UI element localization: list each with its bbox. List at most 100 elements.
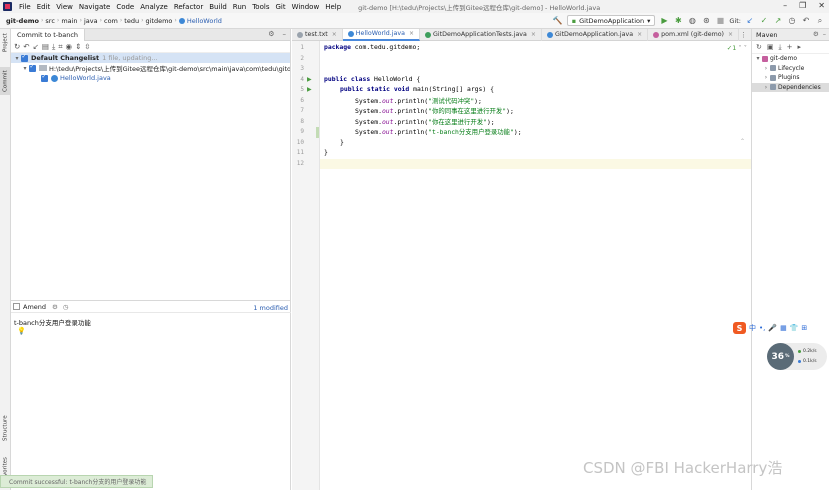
collapse-all-icon[interactable]: ⇳ <box>84 42 90 51</box>
menu-edit[interactable]: Edit <box>34 3 54 11</box>
maven-dependencies-row[interactable]: › Dependencies <box>752 82 829 92</box>
breadcrumb-class[interactable]: HelloWorld <box>177 17 224 25</box>
skin-icon[interactable]: 👕 <box>790 324 799 332</box>
menu-view[interactable]: View <box>53 3 76 11</box>
chevron-down-icon[interactable]: ▾ <box>13 55 21 62</box>
build-hammer-icon[interactable]: 🔨 <box>553 16 563 25</box>
update-icon[interactable]: ↙ <box>33 42 39 51</box>
reload-icon[interactable]: ↻ <box>756 43 762 51</box>
folder-row[interactable]: ▾ H:\tedu\Projects\上传到Gitee远程仓库\git-demo… <box>11 63 290 73</box>
chevron-right-icon[interactable]: › <box>762 74 770 81</box>
close-tab-icon[interactable]: × <box>637 31 642 38</box>
history-icon[interactable]: ◷ <box>63 303 69 311</box>
chevron-right-icon[interactable]: › <box>762 84 770 91</box>
download-icon[interactable]: ⤓ <box>52 42 55 52</box>
restore-icon[interactable]: ❐ <box>799 1 806 10</box>
run-gutter-icon[interactable]: ▶ <box>307 86 312 93</box>
hide-panel-icon[interactable]: – <box>823 30 826 38</box>
breadcrumb-com[interactable]: com <box>102 17 120 25</box>
menu-run[interactable]: Run <box>230 3 249 11</box>
code-editor[interactable]: package com.tedu.gitdemo; public class H… <box>320 41 751 490</box>
tool-tab-structure[interactable]: Structure <box>0 411 11 445</box>
keyboard-icon[interactable]: ▦ <box>780 324 787 332</box>
breadcrumb-src[interactable]: src <box>43 17 57 25</box>
stop-icon[interactable]: ■ <box>715 16 725 25</box>
close-tab-icon[interactable]: × <box>728 31 733 38</box>
fold-marker-icon[interactable]: ⌃ <box>740 138 745 145</box>
microphone-icon[interactable]: 🎤 <box>768 324 777 332</box>
run-gutter-icon[interactable]: ▶ <box>307 76 312 83</box>
more-tabs-icon[interactable]: ⋮ <box>740 31 747 39</box>
menu-navigate[interactable]: Navigate <box>76 3 113 11</box>
menu-window[interactable]: Window <box>289 3 323 11</box>
generate-sources-icon[interactable]: ▣ <box>767 43 774 51</box>
git-push-icon[interactable]: ↗ <box>773 16 783 25</box>
tab-gitdemoapplication-java[interactable]: GitDemoApplication.java × <box>542 28 649 41</box>
ime-language[interactable]: 中 <box>749 323 756 333</box>
close-tab-icon[interactable]: × <box>531 31 536 38</box>
vcs-change-marker[interactable] <box>316 127 319 138</box>
close-tab-icon[interactable]: × <box>332 31 337 38</box>
menu-code[interactable]: Code <box>113 3 137 11</box>
git-rollback-icon[interactable]: ↶ <box>801 16 811 25</box>
menu-build[interactable]: Build <box>206 3 230 11</box>
chevron-down-icon[interactable]: ▾ <box>21 65 29 72</box>
chevron-down-icon[interactable]: ▾ <box>754 55 762 62</box>
menu-refactor[interactable]: Refactor <box>171 3 206 11</box>
breadcrumb-main[interactable]: main <box>59 17 79 25</box>
run-configuration-select[interactable]: ▪ GitDemoApplication ▾ <box>566 15 656 26</box>
sogou-logo-icon[interactable]: S <box>733 322 746 334</box>
hide-panel-icon[interactable]: – <box>283 30 287 38</box>
changelist-row[interactable]: ▾ Default Changelist 1 file, updating... <box>11 53 290 63</box>
chevron-up-icon[interactable]: ˄ <box>738 44 741 52</box>
tab-test-txt[interactable]: test.txt × <box>292 28 343 41</box>
changelist-checkbox[interactable] <box>21 53 28 62</box>
file-row[interactable]: HelloWorld.java <box>11 73 290 83</box>
menu-file[interactable]: File <box>16 3 34 11</box>
git-update-icon[interactable]: ↙ <box>745 16 755 25</box>
tab-gitdemoapplicationtests-java[interactable]: GitDemoApplicationTests.java × <box>420 28 542 41</box>
toolbox-icon[interactable]: ⊞ <box>801 324 807 332</box>
group-by-icon[interactable]: ⌗ <box>58 42 62 52</box>
menu-tools[interactable]: Tools <box>249 3 272 11</box>
lightbulb-icon[interactable]: 💡 <box>17 327 26 335</box>
add-icon[interactable]: + <box>787 43 793 51</box>
profile-icon[interactable]: ⊛ <box>701 16 711 25</box>
download-icon[interactable]: ⤓ <box>779 43 782 52</box>
tab-helloworld-java[interactable]: HelloWorld.java × <box>342 28 421 41</box>
breadcrumb-tedu[interactable]: tedu <box>122 17 141 25</box>
menu-analyze[interactable]: Analyze <box>137 3 171 11</box>
refresh-icon[interactable]: ↻ <box>14 42 20 51</box>
gear-icon[interactable]: ⚙ <box>813 30 819 38</box>
close-tab-icon[interactable]: × <box>409 30 414 37</box>
commit-tab[interactable]: Commit to t-banch <box>11 28 86 41</box>
maven-lifecycle-row[interactable]: › Lifecycle <box>752 64 829 74</box>
gear-icon[interactable]: ⚙ <box>268 30 274 38</box>
tab-pom-xml[interactable]: pom.xml (git-demo) × <box>648 28 740 41</box>
breadcrumb-project[interactable]: git-demo <box>4 17 41 25</box>
maven-plugins-row[interactable]: › Plugins <box>752 73 829 83</box>
tool-tab-commit[interactable]: Commit <box>0 67 11 95</box>
rollback-icon[interactable]: ↶ <box>23 42 29 51</box>
run-icon[interactable]: ▶ <box>659 16 669 25</box>
commit-options-icon[interactable]: ⚙ <box>52 303 58 311</box>
close-icon[interactable]: ✕ <box>818 1 825 10</box>
performance-widget[interactable]: 36% 0.2k/s 0.1k/s <box>767 343 827 370</box>
tool-tab-project[interactable]: Project <box>0 31 11 55</box>
menu-help[interactable]: Help <box>322 3 344 11</box>
git-commit-icon[interactable]: ✓ <box>759 16 769 25</box>
folder-checkbox[interactable] <box>29 63 36 72</box>
breadcrumb-gitdemo[interactable]: gitdemo <box>144 17 175 25</box>
file-checkbox[interactable] <box>41 73 48 82</box>
punctuation-icon[interactable]: •, <box>759 324 765 332</box>
amend-checkbox[interactable] <box>13 303 20 310</box>
menu-git[interactable]: Git <box>272 3 288 11</box>
maven-project-row[interactable]: ▾ git-demo <box>752 54 829 64</box>
chevron-right-icon[interactable]: › <box>762 65 770 72</box>
expand-all-icon[interactable]: ⇕ <box>75 42 81 51</box>
coverage-icon[interactable]: ◍ <box>687 16 697 25</box>
breadcrumb-java[interactable]: java <box>82 17 100 25</box>
minimize-icon[interactable]: – <box>783 1 787 10</box>
chevron-down-icon[interactable]: ˅ <box>744 44 747 52</box>
debug-icon[interactable]: ✱ <box>673 16 683 25</box>
